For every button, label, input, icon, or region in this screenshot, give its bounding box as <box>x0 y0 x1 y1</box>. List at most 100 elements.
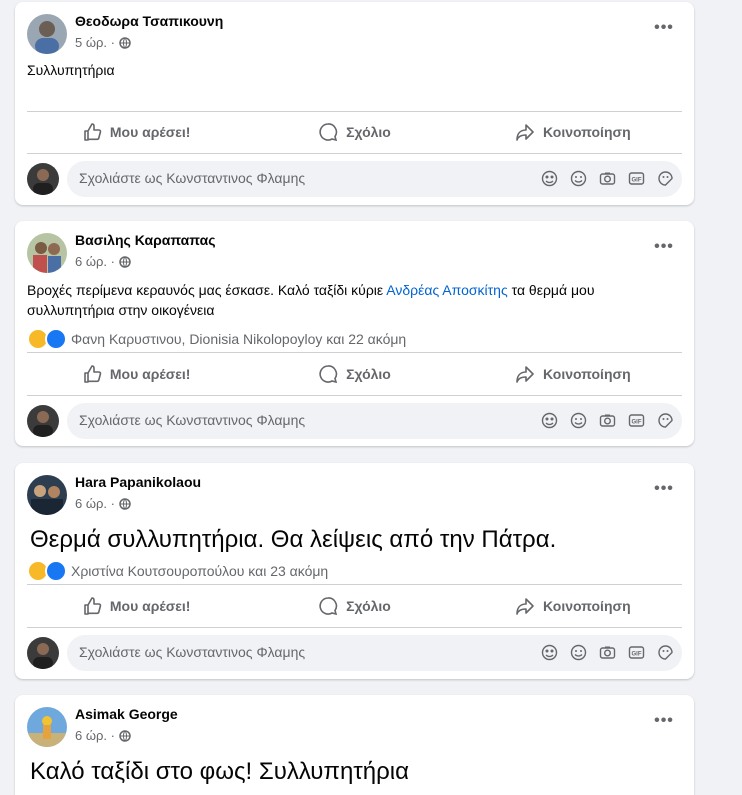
author-name[interactable]: Asimak George <box>75 706 178 722</box>
post-text: Συλλυπητήρια <box>27 62 115 78</box>
globe-icon <box>119 255 131 268</box>
share-icon <box>516 124 534 141</box>
post-card: Hara Papanikolaou 6 ώρ. · ••• Θερμά συλλ… <box>15 463 694 679</box>
divider <box>27 627 682 628</box>
comment-label: Σχόλιο <box>346 598 391 614</box>
share-icon <box>516 598 534 615</box>
post-card: Θεοδωρα Τσαπικουνη 5 ώρ. · ••• Συλλυπητή… <box>15 2 694 205</box>
comment-button[interactable]: Σχόλιο <box>245 357 463 391</box>
sticker-icon[interactable] <box>657 170 674 187</box>
camera-icon[interactable] <box>599 644 616 661</box>
svg-text:GIF: GIF <box>632 651 642 657</box>
comment-input[interactable]: Σχολιάστε ως Κωνσταντινος Φλαμης GIF <box>67 635 682 671</box>
comment-placeholder: Σχολιάστε ως Κωνσταντινος Φλαμης <box>79 170 306 186</box>
post-card: Asimak George 6 ώρ. · ••• Καλό ταξίδι στ… <box>15 695 694 795</box>
share-button[interactable]: Κοινοποίηση <box>464 115 682 149</box>
smiley-icon[interactable] <box>570 170 587 187</box>
more-options-button[interactable]: ••• <box>650 237 678 257</box>
like-reaction-icon <box>45 560 67 582</box>
more-options-button[interactable]: ••• <box>650 18 678 38</box>
comment-composer: Σχολιάστε ως Κωνσταντινος Φλαμης GIF <box>27 161 682 197</box>
post-time[interactable]: 5 ώρ. · <box>75 35 115 50</box>
divider <box>27 153 682 154</box>
share-label: Κοινοποίηση <box>543 366 631 382</box>
author-name[interactable]: Θεοδωρα Τσαπικουνη <box>75 13 223 29</box>
share-label: Κοινοποίηση <box>543 124 631 140</box>
like-label: Μου αρέσει! <box>109 124 191 140</box>
more-options-button[interactable]: ••• <box>650 711 678 731</box>
smiley-icon[interactable] <box>570 412 587 429</box>
emoji-avatar-icon[interactable] <box>541 170 558 187</box>
gif-icon[interactable]: GIF <box>628 170 645 187</box>
user-avatar[interactable] <box>27 163 59 195</box>
share-button[interactable]: Κοινοποίηση <box>464 357 682 391</box>
comment-label: Σχόλιο <box>346 124 391 140</box>
comment-icon <box>319 597 338 616</box>
mention-link[interactable]: Ανδρέας Αποσκίτης <box>386 282 507 298</box>
author-avatar[interactable] <box>27 14 67 54</box>
comment-placeholder: Σχολιάστε ως Κωνσταντινος Φλαμης <box>79 412 306 428</box>
gif-icon[interactable]: GIF <box>628 644 645 661</box>
share-button[interactable]: Κοινοποίηση <box>464 589 682 623</box>
post-time[interactable]: 6 ώρ. · <box>75 254 115 269</box>
divider <box>27 352 682 353</box>
share-label: Κοινοποίηση <box>543 598 631 614</box>
post-time[interactable]: 6 ώρ. · <box>75 496 115 511</box>
camera-icon[interactable] <box>599 170 616 187</box>
like-label: Μου αρέσει! <box>109 366 191 382</box>
author-name[interactable]: Βασιλης Καραπαπας <box>75 232 216 248</box>
like-icon <box>84 365 102 383</box>
post-meta: 5 ώρ. · <box>75 35 131 50</box>
emoji-avatar-icon[interactable] <box>541 644 558 661</box>
gif-icon[interactable]: GIF <box>628 412 645 429</box>
smiley-icon[interactable] <box>570 644 587 661</box>
post-card: Βασιλης Καραπαπας 6 ώρ. · ••• Βροχές περ… <box>15 221 694 446</box>
reactions-text: Φανη Καρυστινου, Dionisia Nikolopoyloy κ… <box>71 331 407 347</box>
sticker-icon[interactable] <box>657 412 674 429</box>
comment-label: Σχόλιο <box>346 366 391 382</box>
sticker-icon[interactable] <box>657 644 674 661</box>
author-avatar[interactable] <box>27 475 67 515</box>
post-time[interactable]: 6 ώρ. · <box>75 728 115 743</box>
post-meta: 6 ώρ. · <box>75 254 131 269</box>
more-options-icon: ••• <box>654 19 674 36</box>
share-icon <box>516 366 534 383</box>
globe-icon <box>119 36 131 49</box>
svg-text:GIF: GIF <box>632 419 642 425</box>
author-name[interactable]: Hara Papanikolaou <box>75 474 201 490</box>
comment-placeholder: Σχολιάστε ως Κωνσταντινος Φλαμης <box>79 644 306 660</box>
like-button[interactable]: Μου αρέσει! <box>27 589 245 623</box>
user-avatar[interactable] <box>27 637 59 669</box>
globe-icon <box>119 497 131 510</box>
like-icon <box>84 123 102 141</box>
comment-button[interactable]: Σχόλιο <box>245 115 463 149</box>
comment-button[interactable]: Σχόλιο <box>245 589 463 623</box>
reactions-summary[interactable]: Φανη Καρυστινου, Dionisia Nikolopoyloy κ… <box>27 328 406 350</box>
action-bar: Μου αρέσει! Σχόλιο Κοινοποίηση <box>27 357 682 391</box>
comment-composer: Σχολιάστε ως Κωνσταντινος Φλαμης GIF <box>27 403 682 439</box>
more-options-icon: ••• <box>654 480 674 497</box>
svg-text:GIF: GIF <box>632 177 642 183</box>
reactions-text: Χριστίνα Κουτσουροπούλου και 23 ακόμη <box>71 563 329 579</box>
more-options-button[interactable]: ••• <box>650 479 678 499</box>
comment-input[interactable]: Σχολιάστε ως Κωνσταντινος Φλαμης GIF <box>67 403 682 439</box>
like-icon <box>84 597 102 615</box>
emoji-avatar-icon[interactable] <box>541 412 558 429</box>
post-text: Βροχές περίμενα κεραυνός μας έσκασε. Καλ… <box>27 280 678 320</box>
divider <box>27 111 682 112</box>
user-avatar[interactable] <box>27 405 59 437</box>
author-avatar[interactable] <box>27 707 67 747</box>
like-button[interactable]: Μου αρέσει! <box>27 357 245 391</box>
divider <box>27 395 682 396</box>
like-button[interactable]: Μου αρέσει! <box>27 115 245 149</box>
reactions-summary[interactable]: Χριστίνα Κουτσουροπούλου και 23 ακόμη <box>27 560 328 582</box>
more-options-icon: ••• <box>654 712 674 729</box>
post-text-part: Βροχές περίμενα κεραυνός μας έσκασε. Καλ… <box>27 282 387 298</box>
comment-input[interactable]: Σχολιάστε ως Κωνσταντινος Φλαμης GIF <box>67 161 682 197</box>
globe-icon <box>119 729 131 742</box>
comment-icon <box>319 123 338 142</box>
camera-icon[interactable] <box>599 412 616 429</box>
divider <box>27 584 682 585</box>
like-label: Μου αρέσει! <box>109 598 191 614</box>
author-avatar[interactable] <box>27 233 67 273</box>
